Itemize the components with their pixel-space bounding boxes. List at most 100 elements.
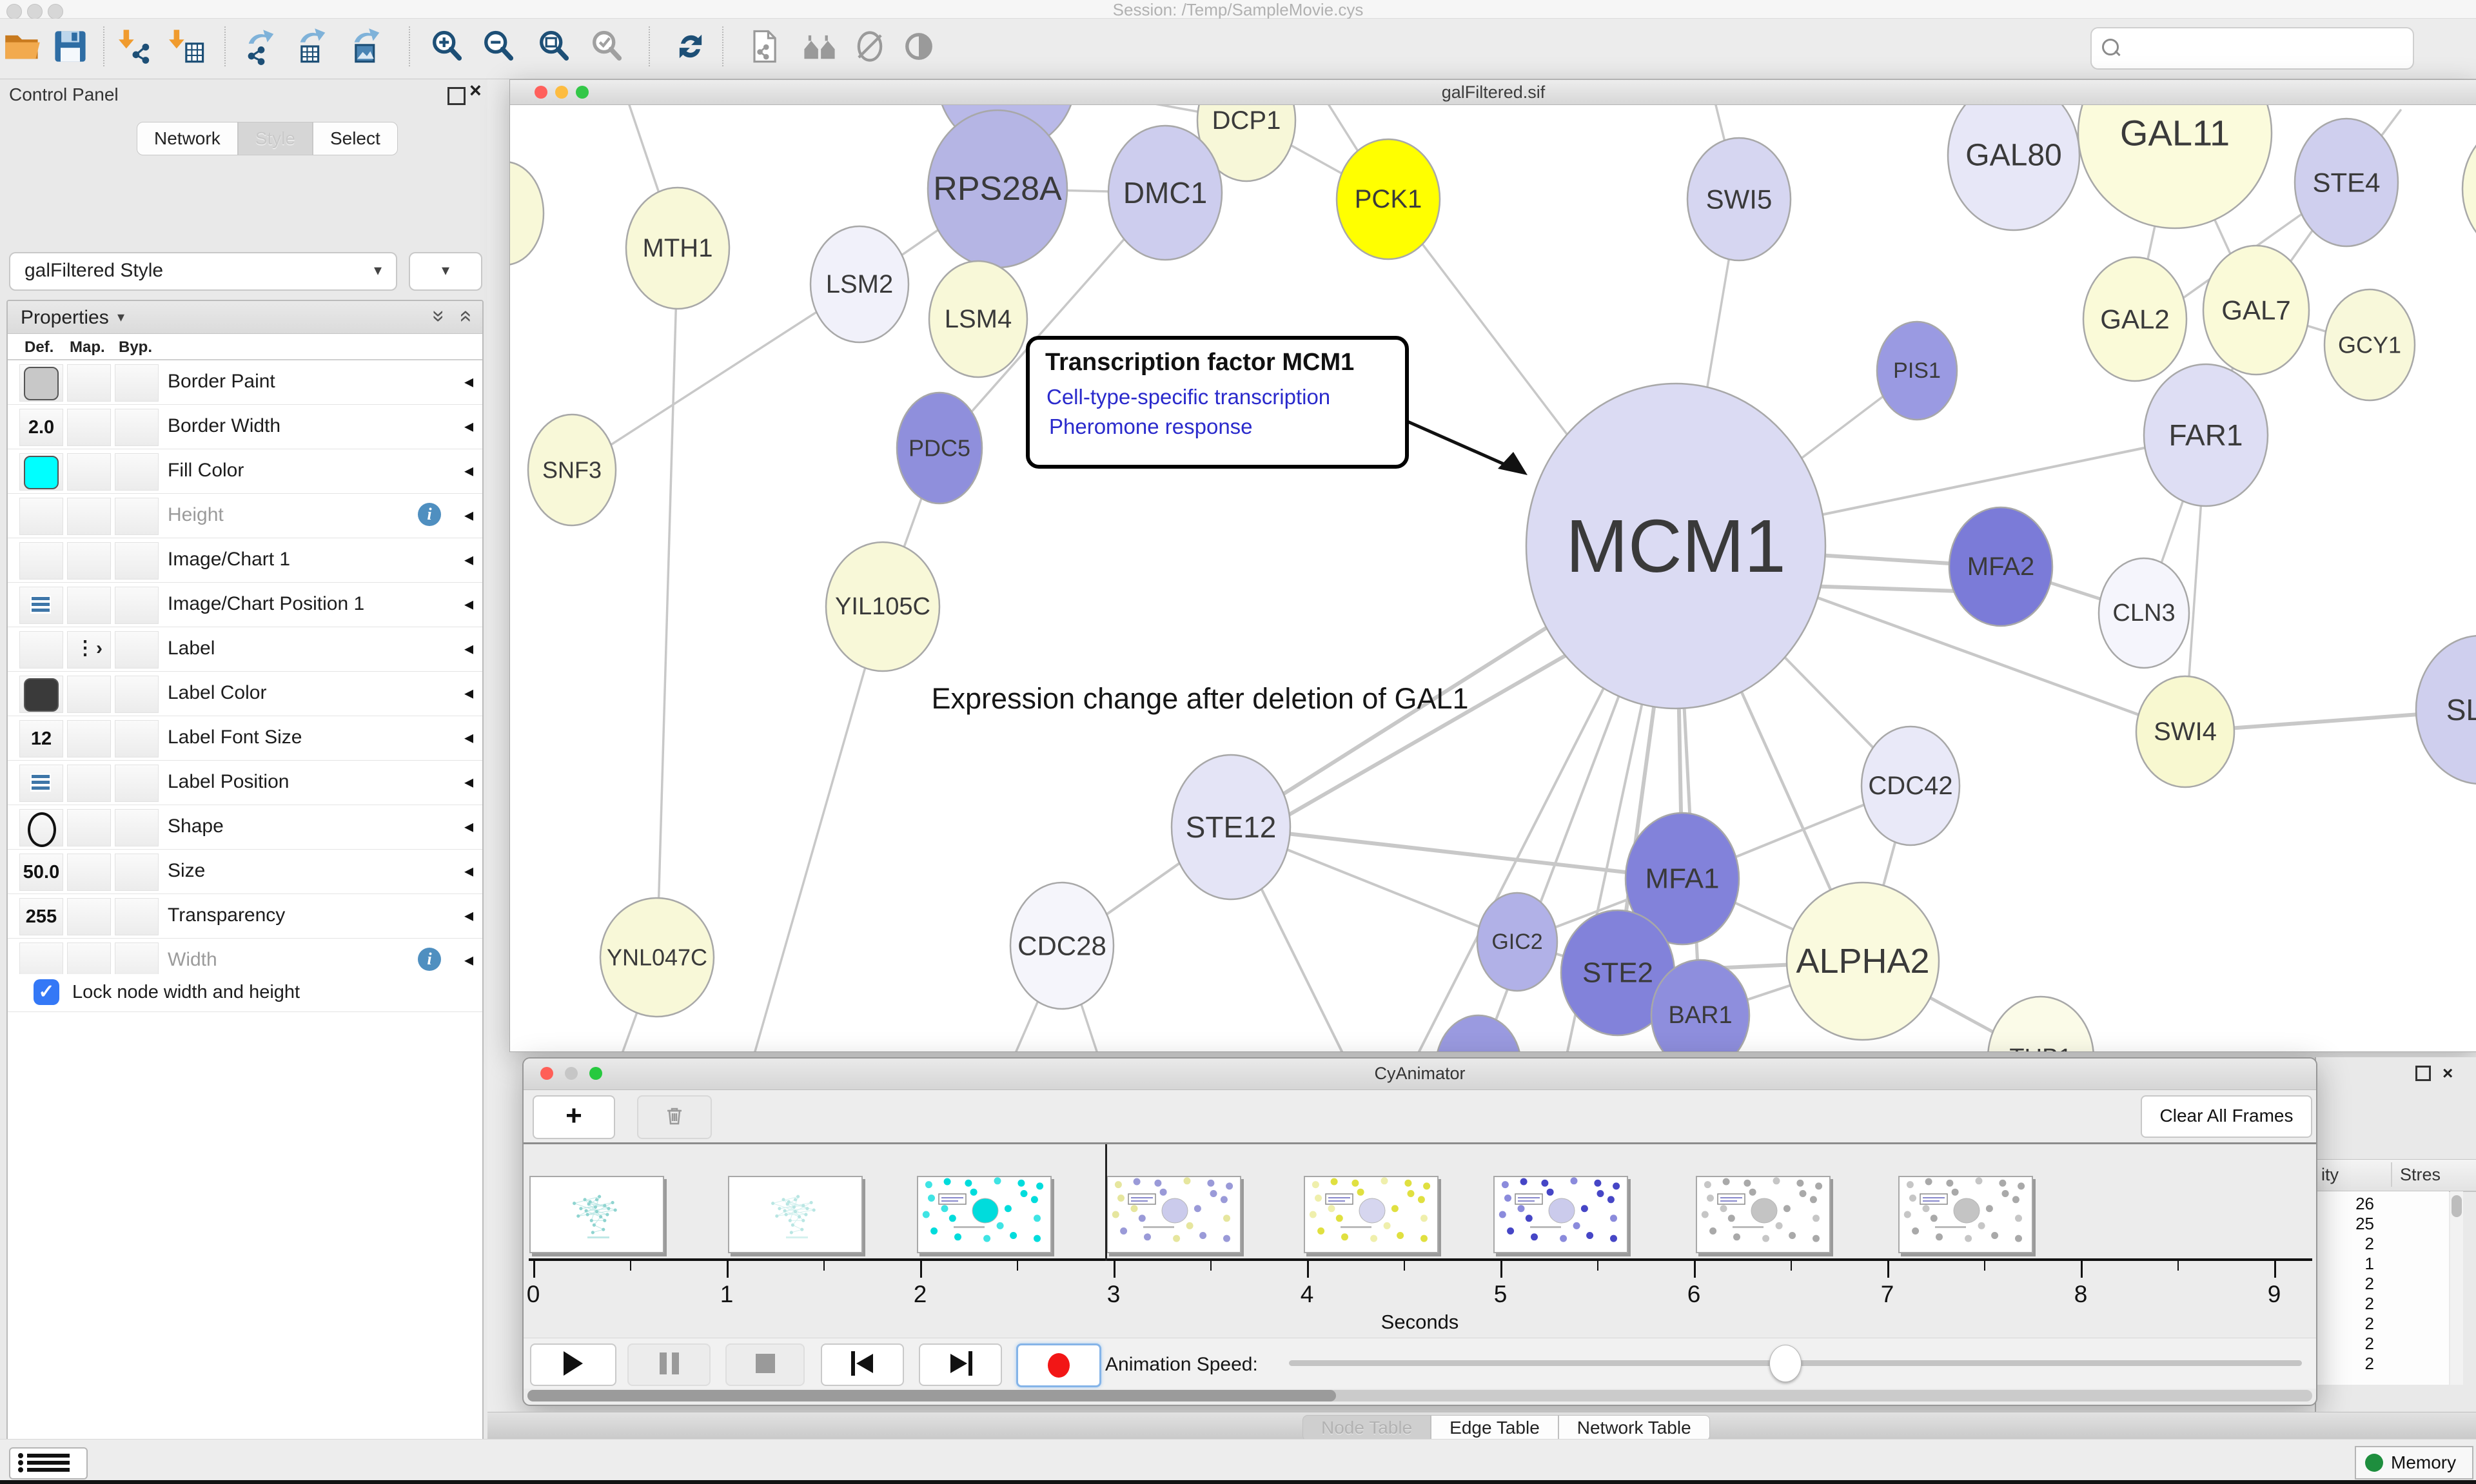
expand-row-icon[interactable]: ◂ <box>464 904 473 926</box>
show-icon[interactable] <box>898 25 940 68</box>
tab-select[interactable]: Select <box>313 122 398 155</box>
skip-end-button[interactable] <box>919 1343 1002 1386</box>
expand-row-icon[interactable]: ◂ <box>464 682 473 703</box>
bypass-cell[interactable] <box>115 720 159 757</box>
export-network-icon[interactable] <box>240 25 282 68</box>
expand-row-icon[interactable]: ◂ <box>464 504 473 525</box>
zoom-out-icon[interactable] <box>477 25 520 68</box>
frame-thumbnail-4[interactable] <box>1304 1176 1439 1253</box>
node-HAP2[interactable]: HAP2 <box>2462 121 2476 257</box>
bypass-cell[interactable] <box>115 453 159 491</box>
default-value-cell[interactable] <box>19 498 63 535</box>
node-CLN3[interactable]: CLN3 <box>2099 558 2189 668</box>
expand-row-icon[interactable]: ◂ <box>464 815 473 837</box>
bypass-cell[interactable] <box>115 364 159 402</box>
node-MTH1[interactable]: MTH1 <box>626 188 729 309</box>
annotation-link[interactable]: Pheromone response <box>1049 415 1253 439</box>
expand-row-icon[interactable]: ◂ <box>464 371 473 392</box>
close-panel-icon[interactable]: × <box>469 82 482 99</box>
mapping-cell[interactable] <box>67 765 111 802</box>
node-DMC1[interactable]: DMC1 <box>1108 126 1222 260</box>
expand-row-icon[interactable]: ◂ <box>464 949 473 970</box>
node-SWI5[interactable]: SWI5 <box>1687 138 1791 260</box>
import-network-icon[interactable] <box>116 25 159 68</box>
zoom-selected-icon[interactable] <box>585 25 628 68</box>
node-CDC28[interactable]: CDC28 <box>1010 883 1114 1009</box>
timeline-scrollbar-thumb[interactable] <box>527 1390 1336 1401</box>
table-scrollbar[interactable] <box>2450 1191 2463 1385</box>
bypass-cell[interactable] <box>115 587 159 624</box>
frame-thumbnail-3[interactable] <box>1106 1176 1241 1253</box>
properties-header[interactable]: Properties ▾ » » <box>8 301 482 334</box>
table-cell[interactable]: 2 <box>2316 1274 2374 1294</box>
network-titlebar[interactable]: galFiltered.sif <box>510 80 2476 105</box>
speed-slider-thumb[interactable] <box>1769 1345 1802 1382</box>
mapping-cell[interactable] <box>67 542 111 580</box>
skip-start-button[interactable] <box>821 1343 904 1386</box>
property-row[interactable]: 12Label Font Size◂ <box>8 716 482 761</box>
node-PCK1[interactable]: PCK1 <box>1337 139 1440 259</box>
bypass-cell[interactable] <box>115 498 159 535</box>
property-row[interactable]: Label Color◂ <box>8 672 482 716</box>
node-SNF3[interactable]: SNF3 <box>528 415 616 525</box>
node-PIS1[interactable]: PIS1 <box>1877 322 1957 420</box>
default-value-cell[interactable] <box>19 676 63 713</box>
node-GAL80[interactable]: GAL80 <box>1948 105 2079 230</box>
tab-network-table[interactable]: Network Table <box>1558 1415 1710 1441</box>
default-value-cell[interactable] <box>19 631 63 669</box>
table-cell[interactable]: 2 <box>2316 1314 2374 1334</box>
float-panel-icon[interactable] <box>2415 1066 2431 1081</box>
node-STE4[interactable]: STE4 <box>2295 119 2398 246</box>
node-PDC5[interactable]: PDC5 <box>897 393 982 503</box>
mapping-cell[interactable] <box>67 409 111 446</box>
node-ALPHA2[interactable]: ALPHA2 <box>1787 883 1939 1040</box>
node-SLT2[interactable]: SLT2 <box>2416 636 2476 784</box>
node-LSM4[interactable]: LSM4 <box>929 261 1027 377</box>
default-value-cell[interactable] <box>19 765 63 802</box>
stop-button[interactable] <box>725 1343 805 1386</box>
node-CDC42[interactable]: CDC42 <box>1862 727 1960 845</box>
table-cell[interactable]: 2 <box>2316 1234 2374 1254</box>
play-button[interactable] <box>530 1343 616 1386</box>
table-column-stress[interactable]: Stres <box>2400 1165 2441 1185</box>
timeline[interactable]: 0123456789 Seconds <box>524 1144 2316 1338</box>
frame-thumbnail-1[interactable] <box>728 1176 863 1253</box>
node-FAR1[interactable]: FAR1 <box>2144 364 2268 506</box>
node-YNL047C[interactable]: YNL047C <box>600 898 714 1017</box>
mapping-cell[interactable] <box>67 676 111 713</box>
node-MCM1[interactable]: MCM1 <box>1526 384 1825 708</box>
bypass-cell[interactable] <box>115 409 159 446</box>
frame-thumbnail-6[interactable] <box>1696 1176 1831 1253</box>
add-frame-button[interactable]: + <box>533 1095 615 1139</box>
table-scrollbar-thumb[interactable] <box>2451 1195 2462 1217</box>
cyanimator-titlebar[interactable]: CyAnimator <box>524 1059 2316 1090</box>
mapping-cell[interactable] <box>67 809 111 846</box>
property-row[interactable]: Label Position◂ <box>8 761 482 805</box>
node-MFA2[interactable]: MFA2 <box>1949 507 2052 626</box>
table-cell[interactable]: 2 <box>2316 1334 2374 1354</box>
zoom-in-icon[interactable] <box>426 25 468 68</box>
export-table-icon[interactable] <box>291 25 334 68</box>
refresh-icon[interactable] <box>669 25 712 68</box>
mapping-cell[interactable] <box>67 854 111 891</box>
node-GCY1[interactable]: GCY1 <box>2324 289 2415 400</box>
property-row[interactable]: 255Transparency◂ <box>8 894 482 939</box>
search-input[interactable] <box>2125 31 2405 64</box>
tab-network[interactable]: Network <box>137 122 238 155</box>
hide-icon[interactable] <box>849 25 891 68</box>
import-table-icon[interactable] <box>166 25 209 68</box>
property-row[interactable]: ⋮›Label◂ <box>8 627 482 672</box>
table-column-ity[interactable]: ity <box>2316 1165 2386 1185</box>
expand-all-icon[interactable]: » <box>426 310 451 322</box>
frame-thumbnail-2[interactable] <box>917 1176 1052 1253</box>
bypass-cell[interactable] <box>115 542 159 580</box>
mapping-cell[interactable]: ⋮› <box>67 631 111 669</box>
node-GAL7[interactable]: GAL7 <box>2203 246 2309 375</box>
expand-row-icon[interactable]: ◂ <box>464 549 473 570</box>
open-folder-icon[interactable] <box>1 25 44 68</box>
expand-row-icon[interactable]: ◂ <box>464 771 473 792</box>
pause-button[interactable] <box>627 1343 711 1386</box>
default-value-cell[interactable] <box>19 542 63 580</box>
node-STE12[interactable]: STE12 <box>1172 755 1290 899</box>
style-dropdown[interactable]: galFiltered Style ▾ <box>9 252 397 291</box>
